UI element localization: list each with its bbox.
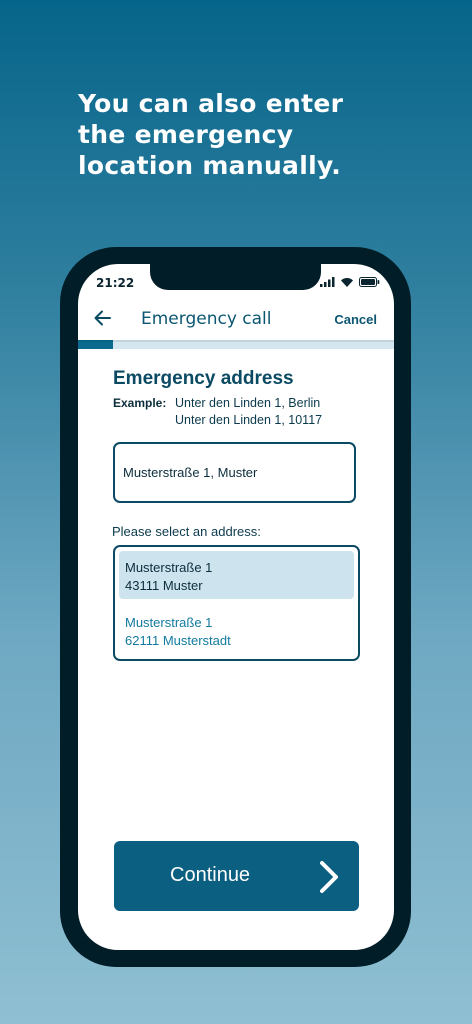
- promo-headline: You can also enter the emergency locatio…: [78, 89, 344, 180]
- select-address-label: Please select an address:: [112, 524, 261, 539]
- arrow-left-icon: [94, 310, 111, 326]
- battery-icon: [359, 277, 380, 287]
- example-line-2: Unter den Linden 1, 10117: [175, 413, 323, 427]
- chevron-right-icon: [320, 861, 338, 893]
- address-suggestion-list: Musterstraße 1 43111 Muster Musterstraße…: [113, 545, 360, 661]
- example-label: Example:: [113, 396, 167, 410]
- phone-screen: 21:22 Emergency call Cancel Emergency ad…: [78, 264, 394, 950]
- wifi-icon: [341, 278, 353, 287]
- suggestion-city: 43111 Muster: [125, 578, 203, 593]
- continue-button[interactable]: Continue: [114, 841, 359, 911]
- back-button[interactable]: [92, 307, 114, 329]
- address-input[interactable]: [113, 442, 356, 503]
- continue-label: Continue: [170, 864, 251, 886]
- page-title: Emergency call: [141, 309, 272, 329]
- address-suggestion[interactable]: Musterstraße 1 62111 Musterstadt: [119, 606, 354, 654]
- progress-divider: [78, 340, 394, 342]
- address-suggestion-selected[interactable]: Musterstraße 1 43111 Muster: [119, 551, 354, 599]
- status-time: 21:22: [96, 276, 135, 290]
- example-line-1: Unter den Linden 1, Berlin: [175, 396, 321, 410]
- section-title: Emergency address: [113, 368, 294, 389]
- signal-icon: [320, 277, 335, 287]
- top-app-bar: Emergency call Cancel: [78, 298, 394, 340]
- cancel-button[interactable]: Cancel: [334, 312, 377, 327]
- suggestion-city: 62111 Musterstadt: [125, 633, 231, 648]
- suggestion-street: Musterstraße 1: [125, 560, 213, 575]
- status-icons: [320, 277, 380, 287]
- phone-notch: [150, 264, 321, 290]
- suggestion-street: Musterstraße 1: [125, 615, 213, 630]
